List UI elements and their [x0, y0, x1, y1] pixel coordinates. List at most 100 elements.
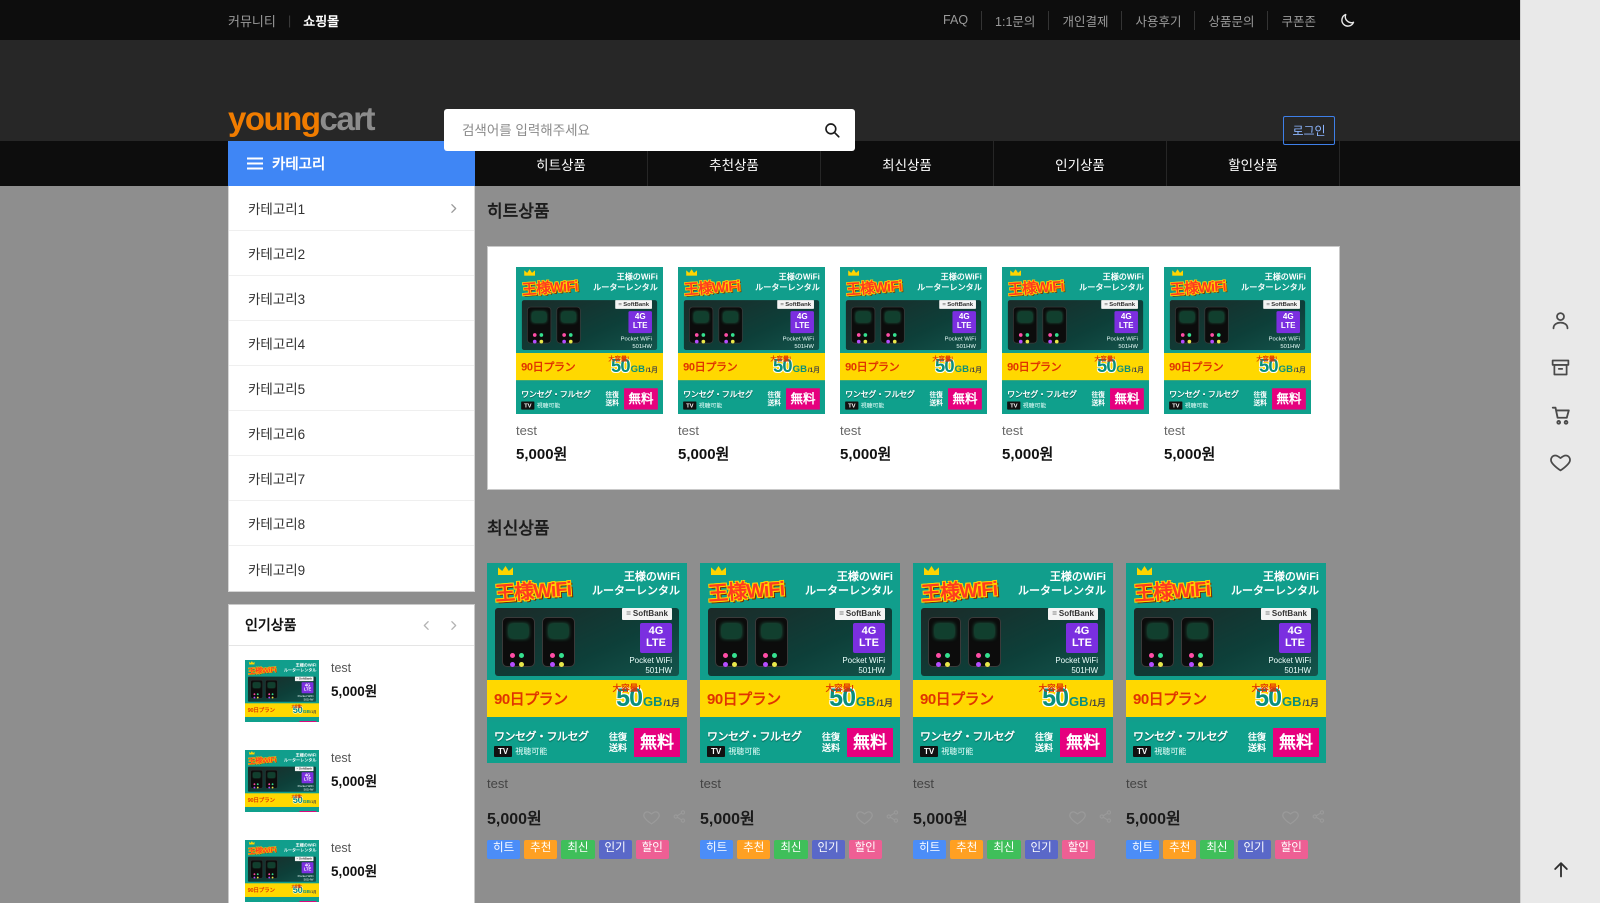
product-thumbnail[interactable]: 王様WiFi 王様のWiFiルーターレンタル =SoftBank 4GLTE P… [245, 750, 319, 812]
product-card[interactable]: 王様WiFi 王様のWiFiルーターレンタル =SoftBank 4GLTE P… [487, 563, 687, 859]
router-image [880, 307, 904, 344]
product-card[interactable]: 王様WiFi 王様のWiFiルーターレンタル =SoftBank 4GLTE P… [1164, 267, 1311, 464]
sidebar-item-category[interactable]: 카테고리9 [229, 546, 474, 591]
product-image[interactable]: 王様WiFi 王様のWiFiルーターレンタル =SoftBank 4GLTE P… [516, 267, 663, 414]
product-image[interactable]: 王様WiFi 王様のWiFiルーターレンタル =SoftBank 4GLTE P… [487, 563, 687, 763]
heart-icon [856, 809, 873, 826]
softbank-logo: =SoftBank [615, 300, 652, 309]
wishlist-button[interactable] [1550, 452, 1571, 473]
category-menu-button[interactable]: 카테고리 [228, 141, 475, 186]
product-card[interactable]: 王様WiFi 王様のWiFiルーターレンタル =SoftBank 4GLTE P… [1126, 563, 1326, 859]
share-button[interactable] [1098, 809, 1113, 826]
topbar-link-shop[interactable]: 쇼핑몰 [303, 11, 339, 30]
device-line1: Pocket WiFi [842, 656, 885, 665]
login-button[interactable]: 로그인 [1283, 116, 1335, 145]
site-logo[interactable]: youngcart [228, 102, 374, 135]
product-card[interactable]: 王様WiFi 王様のWiFiルーターレンタル =SoftBank 4GLTE P… [1002, 267, 1149, 464]
network-4g: 4G [649, 625, 664, 637]
ad-footer-left: ワンセグ・フルセグ TV視聴可能 [248, 901, 283, 902]
product-image[interactable]: 王様WiFi 王様のWiFiルーターレンタル =SoftBank 4GLTE P… [840, 267, 987, 414]
capacity-unit: GB [303, 888, 310, 894]
badge-row: 히트 추천 최신 인기 할인 [487, 840, 687, 859]
wishlist-button[interactable] [1282, 809, 1299, 826]
sidebar-item-category[interactable]: 카테고리2 [229, 231, 474, 276]
wishlist-button[interactable] [643, 809, 660, 826]
chevron-right-icon [447, 202, 460, 215]
wishlist-button[interactable] [856, 809, 873, 826]
feature-text: ワンセグ・フルセグ [494, 728, 589, 744]
my-page-button[interactable] [1550, 310, 1571, 331]
ad-tagline-line2: ルーターレンタル [1241, 283, 1306, 292]
ad-footer-band: ワンセグ・フルセグ TV視聴可能 往復送料 無料 [913, 722, 1113, 763]
topbar-link[interactable]: 1:1문의 [981, 11, 1048, 30]
popular-next-button[interactable] [447, 619, 460, 632]
scroll-top-button[interactable] [1551, 859, 1571, 879]
4g-lte-badge: 4GLTE [302, 682, 314, 693]
ad-brand-text: 王様WiFi [683, 274, 740, 299]
4g-lte-badge: 4GLTE [790, 311, 813, 332]
sidebar-item-category[interactable]: 카테고리5 [229, 366, 474, 411]
sidebar-item-category[interactable]: 카테고리3 [229, 276, 474, 321]
sidebar-item-category[interactable]: 카테고리8 [229, 501, 474, 546]
topbar-link-community[interactable]: 커뮤니티 [228, 11, 276, 30]
product-image[interactable]: 王様WiFi 王様のWiFiルーターレンタル =SoftBank 4GLTE P… [1164, 267, 1311, 414]
device-name: Pocket WiFi501HW [945, 335, 976, 350]
share-icon [672, 809, 687, 824]
device-name: Pocket WiFi501HW [298, 784, 314, 791]
share-button[interactable] [672, 809, 687, 826]
nav-item[interactable]: 할인상품 [1166, 141, 1339, 186]
router-image [689, 307, 713, 344]
popular-product[interactable]: 王様WiFi 王様のWiFiルーターレンタル =SoftBank 4GLTE P… [229, 646, 474, 736]
topbar-link[interactable]: 쿠폰존 [1267, 11, 1329, 30]
topbar-link[interactable]: 개인결제 [1048, 11, 1121, 30]
product-card[interactable]: 王様WiFi 王様のWiFiルーターレンタル =SoftBank 4GLTE P… [700, 563, 900, 859]
product-image[interactable]: 王様WiFi 王様のWiFiルーターレンタル =SoftBank 4GLTE P… [678, 267, 825, 414]
nav-item[interactable]: 인기상품 [993, 141, 1166, 186]
product-image[interactable]: 王様WiFi 王様のWiFiルーターレンタル =SoftBank 4GLTE P… [700, 563, 900, 763]
wishlist-button[interactable] [1069, 809, 1086, 826]
popular-prev-button[interactable] [420, 619, 433, 632]
topbar-link[interactable]: FAQ [930, 13, 981, 27]
ad-tagline: 王様のWiFiルーターレンタル [284, 663, 317, 676]
sidebar-item-category[interactable]: 카테고리7 [229, 456, 474, 501]
sidebar-item-category[interactable]: 카테고리1 [229, 186, 474, 231]
orders-button[interactable] [1550, 357, 1571, 378]
product-image[interactable]: 王様WiFi 王様のWiFiルーターレンタル =SoftBank 4GLTE P… [1126, 563, 1326, 763]
capacity-flag: 大容量! [613, 682, 641, 694]
product-name: test [516, 423, 663, 438]
share-button[interactable] [1311, 809, 1326, 826]
product-card[interactable]: 王様WiFi 王様のWiFiルーターレンタル =SoftBank 4GLTE P… [840, 267, 987, 464]
topbar-link[interactable]: 사용후기 [1121, 11, 1194, 30]
product-thumbnail[interactable]: 王様WiFi 王様のWiFiルーターレンタル =SoftBank 4GLTE P… [245, 840, 319, 902]
cart-button[interactable] [1550, 404, 1572, 426]
product-card[interactable]: 王様WiFi 王様のWiFiルーターレンタル =SoftBank 4GLTE P… [678, 267, 825, 464]
product-image[interactable]: 王様WiFi 王様のWiFiルーターレンタル =SoftBank 4GLTE P… [913, 563, 1113, 763]
viewable-text: 視聴可能 [728, 746, 760, 757]
category-list: 카테고리1 카테고리2 [228, 186, 475, 592]
capacity-flag: 大容量! [1252, 682, 1280, 694]
popular-product[interactable]: 王様WiFi 王様のWiFiルーターレンタル =SoftBank 4GLTE P… [229, 736, 474, 826]
product-price: 5,000원 [840, 443, 987, 464]
capacity-per: /1月 [663, 696, 680, 709]
carrier-name: SoftBank [633, 610, 668, 618]
search-button[interactable] [809, 109, 855, 151]
ad-tagline-line1: 王様のWiFi [624, 571, 680, 583]
topbar-link[interactable]: 상품문의 [1194, 11, 1267, 30]
product-card[interactable]: 王様WiFi 王様のWiFiルーターレンタル =SoftBank 4GLTE P… [516, 267, 663, 464]
sidebar-item-category[interactable]: 카테고리6 [229, 411, 474, 456]
popular-product[interactable]: 王様WiFi 王様のWiFiルーターレンタル =SoftBank 4GLTE P… [229, 826, 474, 903]
share-button[interactable] [885, 809, 900, 826]
product-thumbnail[interactable]: 王様WiFi 王様のWiFiルーターレンタル =SoftBank 4GLTE P… [245, 660, 319, 722]
search-input[interactable] [444, 109, 809, 151]
product-image[interactable]: 王様WiFi 王様のWiFiルーターレンタル =SoftBank 4GLTE P… [1002, 267, 1149, 414]
tv-line: TV視聴可能 [1133, 746, 1228, 758]
carrier-name: SoftBank [299, 768, 312, 771]
chevron-left-icon [420, 619, 433, 632]
sidebar-item-category[interactable]: 카테고리4 [229, 321, 474, 366]
ad-plan-band: 90日プラン 大容量! 50GB/1月 [913, 680, 1113, 717]
ad-tagline-line2: ルーターレンタル [1018, 585, 1106, 597]
ad-photo-area: =SoftBank 4GLTE Pocket WiFi501HW [248, 857, 316, 882]
tv-line: TV視聴可能 [683, 401, 752, 410]
product-card[interactable]: 王様WiFi 王様のWiFiルーターレンタル =SoftBank 4GLTE P… [913, 563, 1113, 859]
dark-mode-toggle[interactable] [1339, 12, 1356, 29]
